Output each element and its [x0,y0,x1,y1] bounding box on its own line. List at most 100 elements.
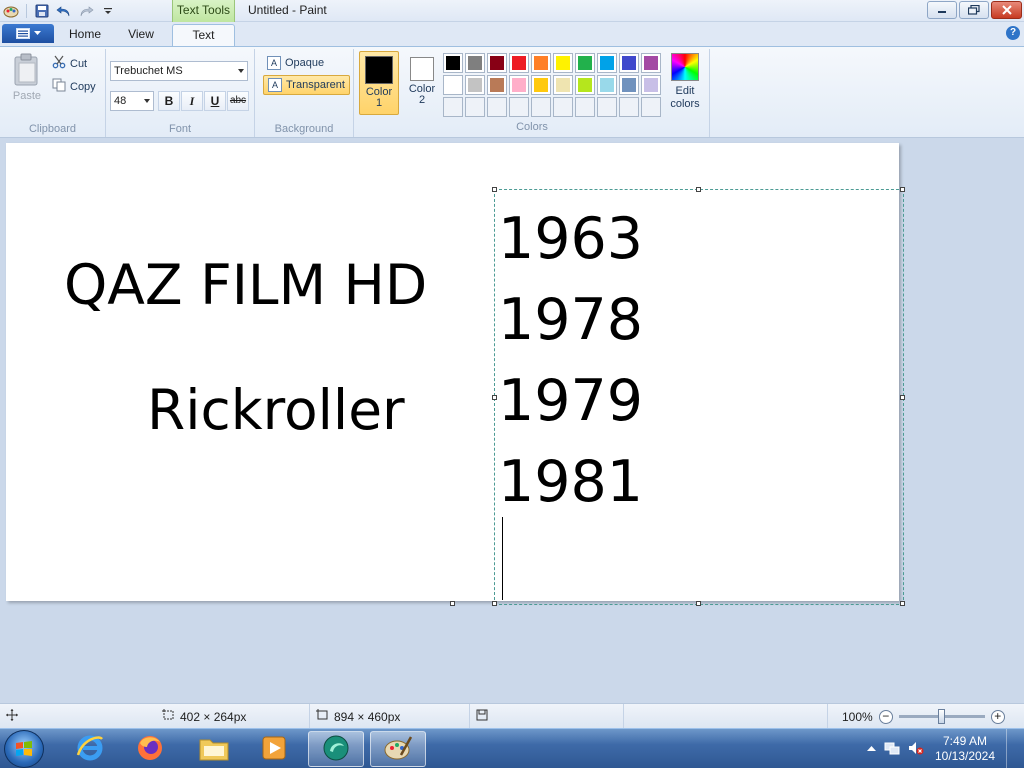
undo-icon[interactable] [55,2,73,19]
taskbar-clock[interactable]: 7:49 AM 10/13/2024 [932,734,998,764]
zoom-slider[interactable] [898,709,985,724]
palette-color-swatch[interactable] [487,53,507,73]
help-icon[interactable]: ? [1006,26,1020,40]
palette-color-swatch[interactable] [619,75,639,95]
redo-icon[interactable] [77,2,95,19]
close-button[interactable] [991,1,1022,19]
palette-color-swatch[interactable] [443,53,463,73]
strikethrough-button[interactable]: abc [227,91,249,111]
tab-view[interactable]: View [114,24,168,46]
palette-color-swatch[interactable] [509,75,529,95]
resize-handle[interactable] [900,187,905,192]
palette-color-swatch[interactable] [531,53,551,73]
status-bar: 402 × 264px 894 × 460px 100% − + [0,703,1024,729]
paste-label: Paste [12,90,42,102]
font-size-select[interactable]: 48 [110,91,154,111]
tab-home[interactable]: Home [58,24,112,46]
palette-color-swatch[interactable] [641,53,661,73]
paint-menu-button[interactable] [2,24,54,43]
resize-handle[interactable] [492,187,497,192]
palette-color-swatch[interactable] [553,53,573,73]
resize-handle[interactable] [696,601,701,606]
taskbar-firefox[interactable] [122,731,178,767]
resize-handle[interactable] [900,601,905,606]
palette-color-swatch[interactable] [553,75,573,95]
font-family-select[interactable]: Trebuchet MS [110,61,248,81]
disk-icon [476,705,488,729]
palette-color-swatch[interactable] [531,75,551,95]
custom-color-slot[interactable] [575,97,595,117]
custom-color-slot[interactable] [465,97,485,117]
window-title: Untitled - Paint [248,3,327,17]
volume-muted-icon[interactable] [908,740,924,759]
start-button[interactable] [4,730,44,768]
paste-icon [8,53,46,90]
palette-color-swatch[interactable] [443,75,463,95]
tab-text[interactable]: Text [172,24,235,46]
taskbar-media-center[interactable] [308,731,364,767]
taskbar-internet-explorer[interactable] [62,731,118,767]
palette-color-swatch[interactable] [575,75,595,95]
drawing-canvas[interactable]: QAZ FILM HD Rickroller 1963 1978 1979 19… [6,143,905,606]
paint-app-icon[interactable] [2,2,20,19]
custom-color-slot[interactable] [509,97,529,117]
edit-colors-label-1: Edit [675,85,695,97]
canvas-resize-handle[interactable] [450,601,455,606]
palette-color-swatch[interactable] [465,53,485,73]
resize-handle[interactable] [492,395,497,400]
cursor-position [0,704,156,729]
network-icon[interactable] [884,740,900,759]
palette-color-swatch[interactable] [597,75,617,95]
zoom-out-button[interactable]: − [878,709,893,724]
palette-color-swatch[interactable] [619,53,639,73]
custom-color-slot[interactable] [619,97,639,117]
resize-handle[interactable] [900,395,905,400]
cut-label: Cut [70,57,88,70]
opaque-option[interactable]: A Opaque [263,53,328,73]
font-group: Trebuchet MS 48 B I U abc Font [106,49,255,137]
chevron-down-icon [238,69,244,73]
palette-color-swatch[interactable] [641,75,661,95]
minimize-button[interactable] [927,1,957,19]
resize-handle[interactable] [492,601,497,606]
canvas-size-icon [316,705,329,729]
copy-button[interactable]: Copy [52,78,96,95]
restore-button[interactable] [959,1,989,19]
selection-size-value: 402 × 264px [180,709,247,724]
palette-color-swatch[interactable] [465,75,485,95]
color2-swatch [410,57,434,81]
underline-button[interactable]: U [204,91,226,111]
zoom-in-button[interactable]: + [990,709,1005,724]
custom-color-slot[interactable] [553,97,573,117]
custom-color-slot[interactable] [443,97,463,117]
cut-button[interactable]: Cut [52,55,87,72]
background-group: A Opaque A Transparent Background [255,49,354,137]
palette-color-swatch[interactable] [575,53,595,73]
taskbar-paint[interactable] [370,731,426,767]
palette-color-swatch[interactable] [487,75,507,95]
show-hidden-icons-icon[interactable] [867,743,876,755]
resize-handle[interactable] [696,187,701,192]
show-desktop-button[interactable] [1006,729,1018,768]
palette-color-swatch[interactable] [509,53,529,73]
custom-color-slot[interactable] [487,97,507,117]
italic-button[interactable]: I [181,91,203,111]
clock-date: 10/13/2024 [934,749,996,763]
transparent-option[interactable]: A Transparent [263,75,350,95]
save-icon[interactable] [33,2,51,19]
edit-colors-button[interactable]: Edit colors [666,53,704,111]
edit-colors-icon [671,53,699,81]
custom-color-slot[interactable] [597,97,617,117]
customize-qat-icon[interactable] [99,2,117,19]
palette-color-swatch[interactable] [597,53,617,73]
zoom-slider-thumb[interactable] [937,709,945,724]
color2-button[interactable]: Color 2 [402,51,442,115]
taskbar-explorer[interactable] [186,731,242,767]
color1-button[interactable]: Color 1 [359,51,399,115]
taskbar-media-player[interactable] [246,731,302,767]
custom-color-slot[interactable] [641,97,661,117]
custom-color-slot[interactable] [531,97,551,117]
bold-button[interactable]: B [158,91,180,111]
font-family-value: Trebuchet MS [114,65,183,77]
paste-button[interactable]: Paste [8,53,46,102]
